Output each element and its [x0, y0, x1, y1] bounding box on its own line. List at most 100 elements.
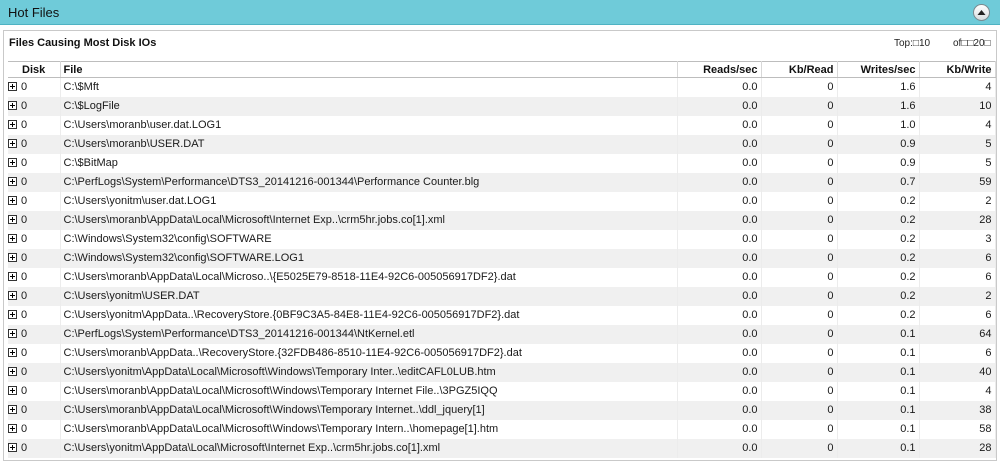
reads-per-sec-cell: 0.0	[677, 419, 762, 439]
plus-box-icon[interactable]	[8, 443, 17, 452]
plus-box-icon[interactable]	[8, 101, 17, 110]
plus-box-icon[interactable]	[8, 253, 17, 262]
table-row[interactable]: 0 C:\Users\moranb\AppData\Local\Microsoft…	[8, 419, 996, 439]
table-row[interactable]: 0 C:\Windows\System32\config\SOFTWARE.LOG…	[8, 248, 996, 268]
plus-box-icon[interactable]	[8, 234, 17, 243]
column-header-kb-per-write[interactable]: Kb/Write	[919, 61, 996, 78]
table-row[interactable]: 0 C:\$LogFile 0.0 0 1.6 10	[8, 96, 996, 116]
table-row[interactable]: 0 C:\PerfLogs\System\Performance\DTS3_201…	[8, 172, 996, 192]
file-cell: C:\$BitMap	[60, 153, 678, 173]
disk-value: 0	[21, 347, 28, 359]
writes-per-sec-cell: 0.1	[837, 324, 920, 344]
writes-per-sec-cell: 0.1	[837, 381, 920, 401]
column-header-file[interactable]: File	[60, 61, 678, 78]
plus-box-icon[interactable]	[8, 405, 17, 414]
kb-per-read-cell: 0	[761, 286, 838, 306]
writes-per-sec-cell: 0.2	[837, 248, 920, 268]
file-cell: C:\Users\moranb\AppData\Local\Microsoft\…	[60, 210, 678, 230]
disk-cell: 0	[8, 191, 61, 211]
table-row[interactable]: 0 C:\Users\moranb\USER.DAT 0.0 0 0.9 5	[8, 134, 996, 154]
collapse-button[interactable]	[973, 4, 990, 21]
plus-box-icon[interactable]	[8, 424, 17, 433]
plus-box-icon[interactable]	[8, 82, 17, 92]
plus-box-icon[interactable]	[8, 196, 17, 205]
writes-per-sec-cell: 0.2	[837, 267, 920, 287]
kb-per-write-cell: 5	[919, 153, 996, 173]
writes-per-sec-cell: 0.9	[837, 153, 920, 173]
reads-per-sec-cell: 0.0	[677, 305, 762, 325]
file-cell: C:\Users\yonitm\USER.DAT	[60, 286, 678, 306]
file-cell: C:\Users\moranb\AppData\Local\Microso..\…	[60, 267, 678, 287]
disk-cell: 0	[8, 210, 61, 230]
plus-box-icon[interactable]	[8, 367, 17, 376]
table-row[interactable]: 0 C:\Users\yonitm\USER.DAT 0.0 0 0.2 2	[8, 286, 996, 306]
column-header-disk[interactable]: Disk	[8, 61, 61, 78]
disk-value: 0	[21, 81, 28, 94]
writes-per-sec-cell: 0.1	[837, 343, 920, 363]
disk-cell: 0	[8, 419, 61, 439]
kb-per-read-cell: 0	[761, 305, 838, 325]
table-row[interactable]: 0 C:\Users\moranb\AppData\Local\Microso..…	[8, 267, 996, 287]
table-row[interactable]: 0 C:\Windows\System32\config\SOFTWARE 0.0 0…	[8, 229, 996, 249]
plus-box-icon[interactable]	[8, 139, 17, 148]
kb-per-write-cell: 58	[919, 419, 996, 439]
kb-per-write-cell: 6	[919, 248, 996, 268]
table-row[interactable]: 0 C:\Users\moranb\user.dat.LOG1 0.0 0 1.0 4	[8, 115, 996, 135]
file-cell: C:\Users\moranb\AppData\Local\Microsoft\…	[60, 381, 678, 401]
disk-value: 0	[21, 176, 28, 188]
reads-per-sec-cell: 0.0	[677, 400, 762, 420]
kb-per-read-cell: 0	[761, 381, 838, 401]
table-row[interactable]: 0 C:\$BitMap 0.0 0 0.9 5	[8, 153, 996, 173]
plus-box-icon[interactable]	[8, 329, 17, 338]
reads-per-sec-cell: 0.0	[677, 286, 762, 306]
table-row[interactable]: 0 C:\Users\yonitm\AppData..\RecoveryStore…	[8, 305, 996, 325]
disk-cell: 0	[8, 267, 61, 287]
column-header-writes-per-sec[interactable]: Writes/sec	[837, 61, 920, 78]
plus-box-icon[interactable]	[8, 158, 17, 167]
reads-per-sec-cell: 0.0	[677, 362, 762, 382]
kb-per-read-cell: 0	[761, 343, 838, 363]
table-row[interactable]: 0 C:\Users\moranb\AppData..\RecoveryStore…	[8, 343, 996, 363]
table-row[interactable]: 0 C:\Users\moranb\AppData\Local\Microsoft…	[8, 210, 996, 230]
plus-box-icon[interactable]	[8, 215, 17, 224]
plus-box-icon[interactable]	[8, 310, 17, 319]
column-header-reads-per-sec[interactable]: Reads/sec	[677, 61, 762, 78]
column-header-kb-per-read[interactable]: Kb/Read	[761, 61, 838, 78]
disk-value: 0	[21, 328, 28, 340]
table-row[interactable]: 0 C:\Users\yonitm\AppData\Local\Microsoft…	[8, 362, 996, 382]
table-row[interactable]: 0 C:\Users\yonitm\user.dat.LOG1 0.0 0 0.2 2	[8, 191, 996, 211]
reads-per-sec-cell: 0.0	[677, 77, 762, 97]
plus-box-icon[interactable]	[8, 272, 17, 281]
table-row[interactable]: 0 C:\$Mft 0.0 0 1.6 4	[8, 77, 996, 97]
reads-per-sec-cell: 0.0	[677, 438, 762, 458]
of-count-label: of□□20□	[953, 38, 991, 49]
writes-per-sec-cell: 1.0	[837, 115, 920, 135]
kb-per-read-cell: 0	[761, 324, 838, 344]
kb-per-write-cell: 6	[919, 267, 996, 287]
disk-value: 0	[21, 138, 28, 150]
table-row[interactable]: 0 C:\Users\moranb\AppData\Local\Microsoft…	[8, 381, 996, 401]
table-row[interactable]: 0 C:\Users\yonitm\AppData\Local\Microsoft…	[8, 438, 996, 458]
disk-cell: 0	[8, 362, 61, 382]
table-row[interactable]: 0 C:\PerfLogs\System\Performance\DTS3_201…	[8, 324, 996, 344]
kb-per-write-cell: 3	[919, 229, 996, 249]
kb-per-write-cell: 38	[919, 400, 996, 420]
table-row[interactable]: 0 C:\Users\moranb\AppData\Local\Microsoft…	[8, 400, 996, 420]
plus-box-icon[interactable]	[8, 177, 17, 186]
kb-per-write-cell: 4	[919, 77, 996, 97]
disk-cell: 0	[8, 286, 61, 306]
file-cell: C:\PerfLogs\System\Performance\DTS3_2014…	[60, 324, 678, 344]
plus-box-icon[interactable]	[8, 386, 17, 395]
kb-per-read-cell: 0	[761, 248, 838, 268]
reads-per-sec-cell: 0.0	[677, 248, 762, 268]
top-count-label[interactable]: Top:□10	[894, 38, 930, 49]
plus-box-icon[interactable]	[8, 120, 17, 129]
plus-box-icon[interactable]	[8, 348, 17, 357]
reads-per-sec-cell: 0.0	[677, 210, 762, 230]
writes-per-sec-cell: 0.2	[837, 229, 920, 249]
kb-per-write-cell: 6	[919, 343, 996, 363]
kb-per-read-cell: 0	[761, 96, 838, 116]
disk-value: 0	[21, 442, 28, 454]
plus-box-icon[interactable]	[8, 291, 17, 300]
disk-cell: 0	[8, 324, 61, 344]
